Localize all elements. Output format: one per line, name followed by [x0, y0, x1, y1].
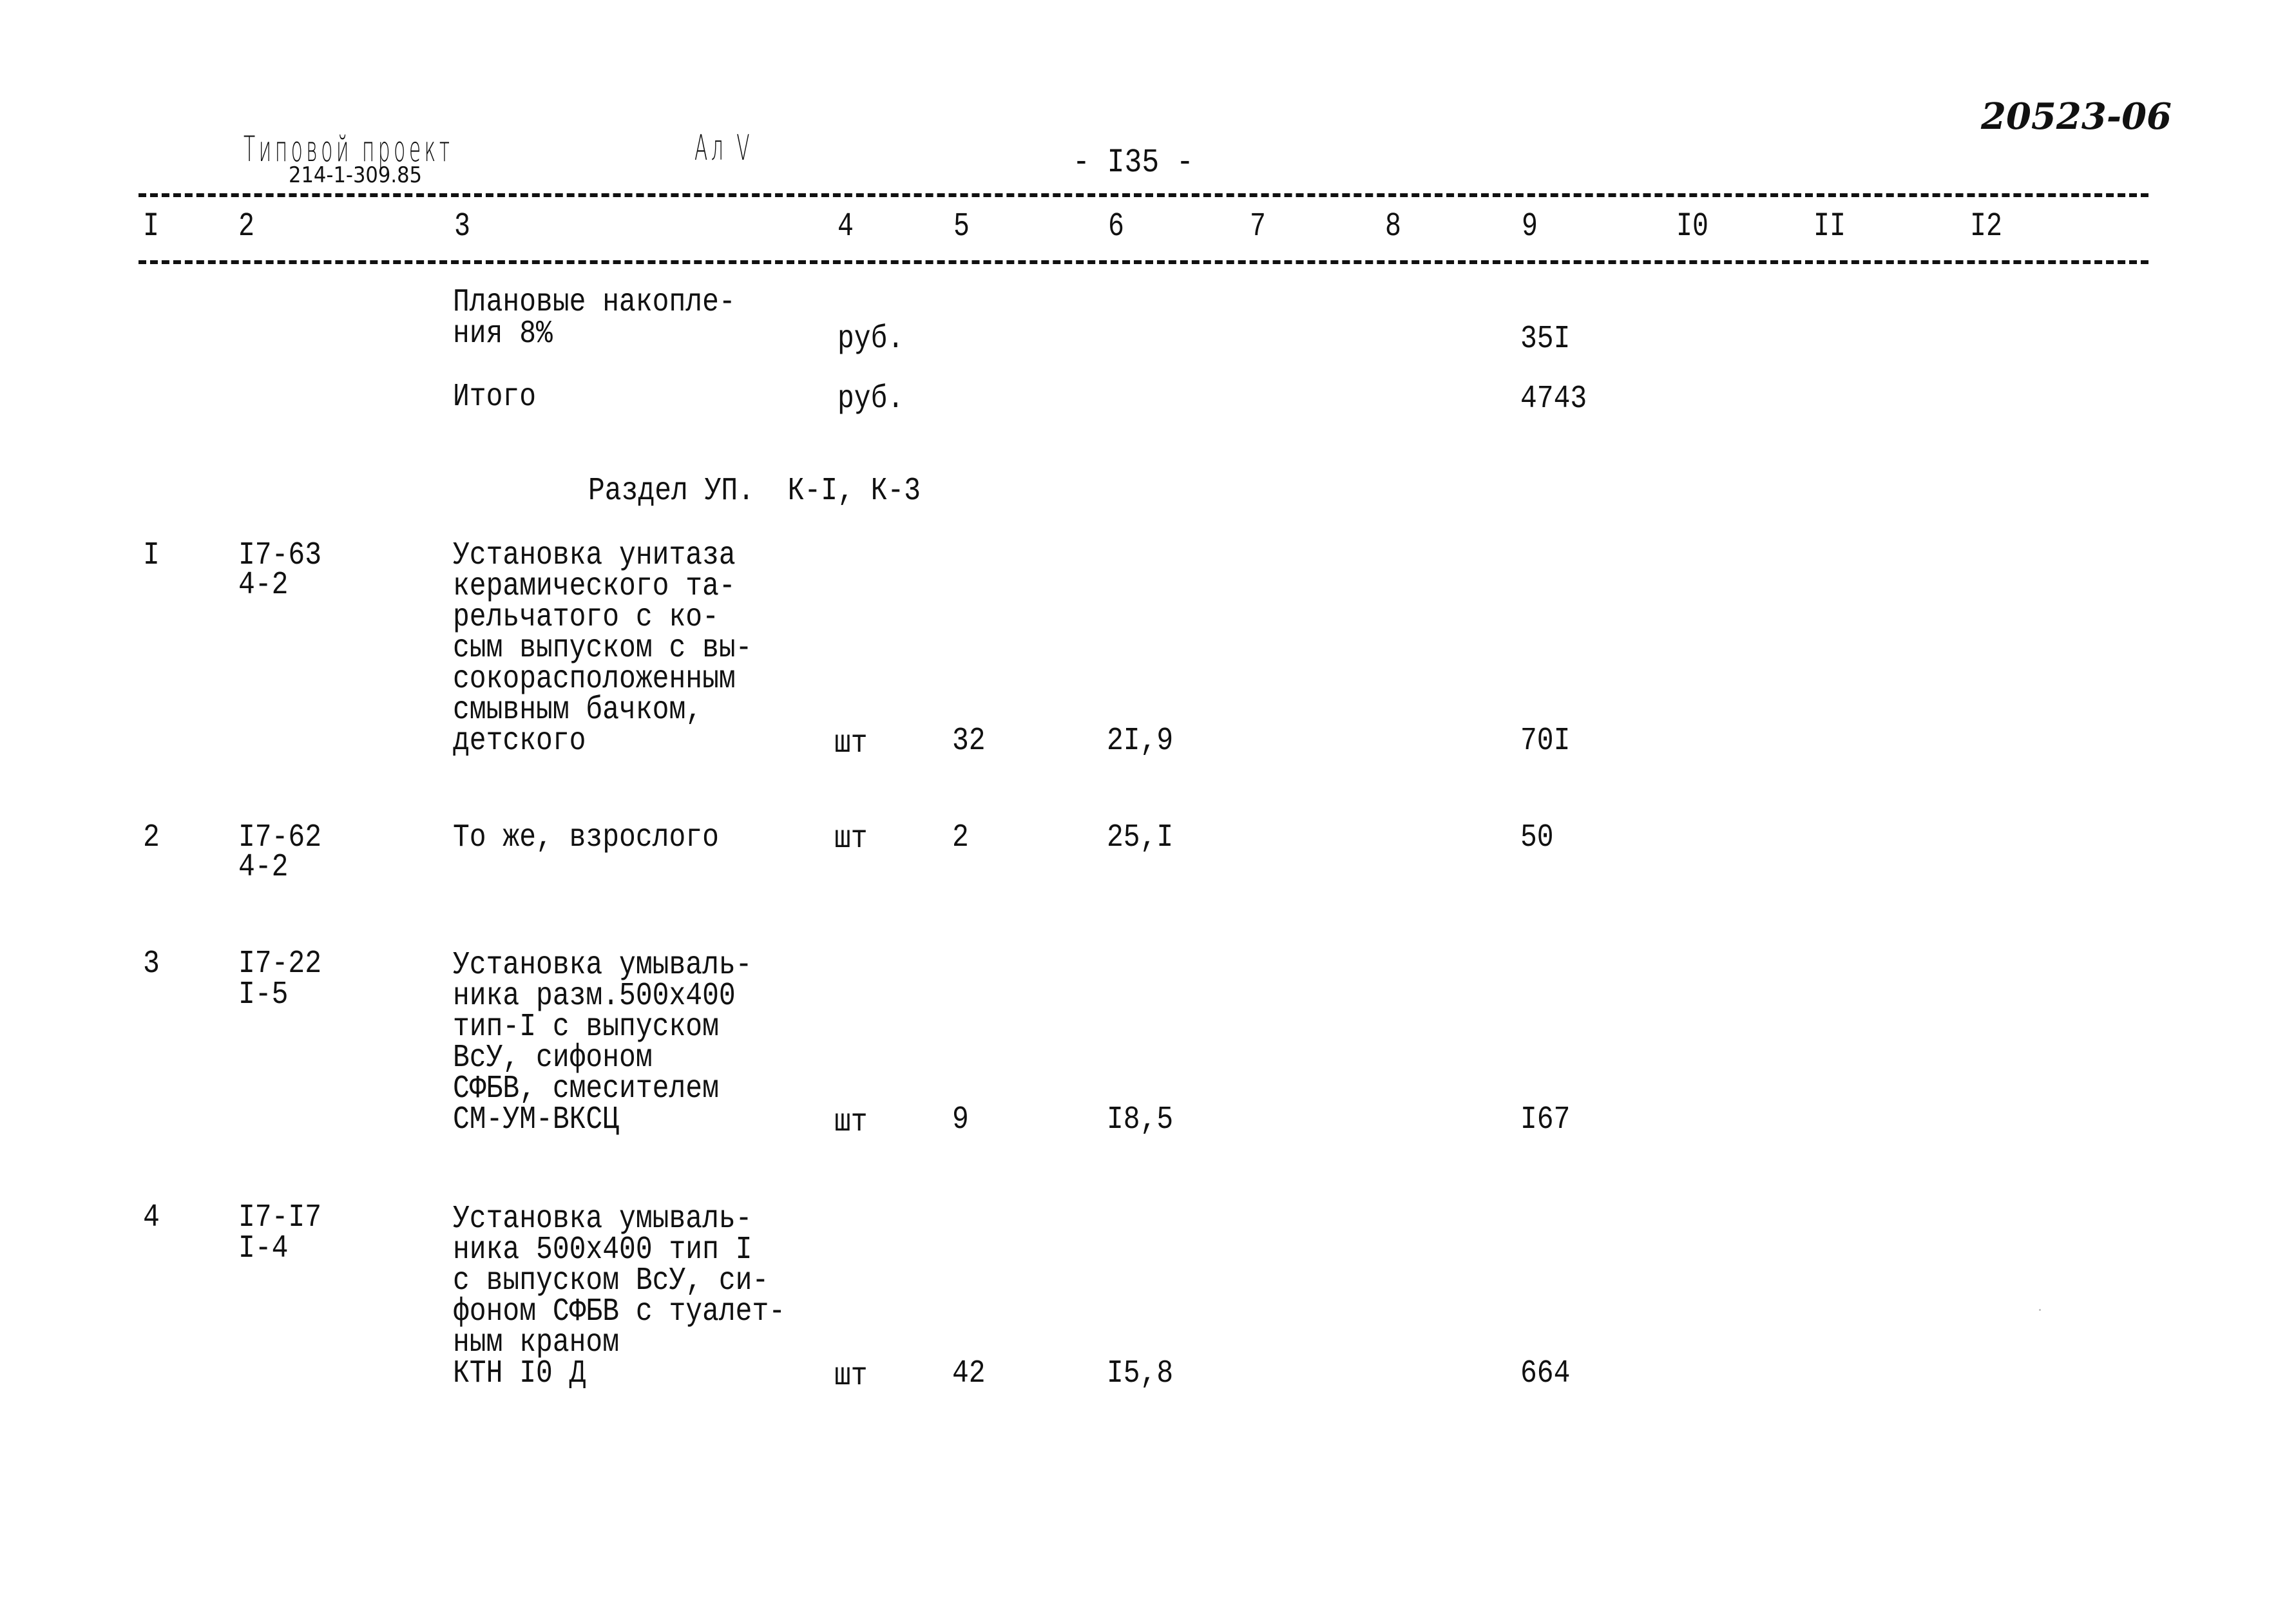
row-name-line: ника разм.500х400 [453, 978, 736, 1015]
column-header-7: 7 [1250, 207, 1266, 245]
row-name-line: ника 500х400 тип I [453, 1232, 752, 1268]
row-name-line: КТН I0 Д [453, 1355, 586, 1392]
row-number: I [143, 537, 160, 574]
row-name-line: сокорасположенным [453, 661, 736, 698]
row-unit: шт [834, 1358, 868, 1395]
row-number: 4 [143, 1199, 160, 1236]
project-code: 214-1-309.85 [289, 162, 423, 188]
row-code-line: I-4 [238, 1230, 289, 1267]
row-name-line: Установка умываль- [453, 947, 752, 984]
row-code-line: I7-22 [238, 946, 322, 982]
column-header-5: 5 [953, 207, 970, 245]
column-header-11: II [1813, 207, 1846, 245]
row-unit-price: I8,5 [1107, 1102, 1174, 1138]
column-header-1: I [143, 207, 159, 245]
row-name-line: СФБВ, смесителем [453, 1071, 719, 1107]
row-name-line: Установка умываль- [453, 1201, 752, 1237]
row-quantity: 2 [952, 819, 969, 856]
row-unit: шт [834, 821, 868, 857]
row-name-line: ВсУ, сифоном [453, 1040, 653, 1076]
row-number: 3 [143, 946, 160, 982]
column-header-4: 4 [837, 207, 854, 245]
row-code-line: 4-2 [238, 849, 289, 886]
row-quantity: 32 [952, 723, 986, 759]
row-name-line: с выпуском ВсУ, си- [453, 1263, 769, 1299]
row-code-line: I-5 [238, 977, 289, 1013]
row-name-line: То же, взрослого [453, 819, 719, 856]
summary-unit: руб. [837, 381, 904, 417]
album-label: Ал V [694, 128, 754, 168]
row-code-line: I7-I7 [238, 1199, 322, 1236]
row-total: 664 [1520, 1355, 1571, 1392]
summary-unit: руб. [837, 321, 904, 358]
row-quantity: 9 [952, 1102, 969, 1138]
row-name-line: ным краном [453, 1324, 620, 1361]
column-header-9: 9 [1522, 207, 1538, 245]
column-header-3: 3 [454, 207, 470, 245]
row-total: 50 [1520, 819, 1554, 856]
scan-speck [2039, 1309, 2041, 1311]
column-header-2: 2 [238, 207, 254, 245]
row-name-line: СМ-УМ-ВКСЦ [453, 1102, 620, 1138]
row-unit: шт [834, 725, 868, 762]
summary-name-line: Итого [453, 379, 537, 415]
row-name-line: детского [453, 723, 586, 759]
row-unit: шт [834, 1104, 868, 1141]
row-total: I67 [1520, 1102, 1571, 1138]
row-name-line: тип-I с выпуском [453, 1009, 719, 1045]
column-header-10: I0 [1676, 207, 1708, 245]
row-name-line: Установка унитаза [453, 537, 736, 574]
row-code-line: 4-2 [238, 567, 289, 604]
row-quantity: 42 [952, 1355, 986, 1392]
summary-name-line: Плановые накопле- [453, 284, 736, 321]
row-name-line: смывным бачком, [453, 692, 703, 729]
column-header-8: 8 [1385, 207, 1401, 245]
row-name-line: рельчатого с ко- [453, 599, 719, 636]
column-header-12: I2 [1970, 207, 2002, 245]
header-bottom-rule [139, 260, 2148, 264]
row-unit-price: I5,8 [1107, 1355, 1174, 1392]
row-name-line: сым выпуском с вы- [453, 630, 752, 667]
column-header-6: 6 [1108, 207, 1124, 245]
row-number: 2 [143, 819, 160, 856]
page-number: - I35 - [1073, 144, 1194, 182]
row-unit-price: 2I,9 [1107, 723, 1174, 759]
summary-name-line: ния 8% [453, 316, 553, 352]
summary-total: 4743 [1520, 381, 1587, 417]
row-unit-price: 25,I [1107, 819, 1174, 856]
row-name-line: фоном СФБВ с туалет- [453, 1293, 786, 1330]
row-name-line: керамического та- [453, 568, 736, 605]
header-top-rule [139, 193, 2148, 197]
summary-total: 35I [1520, 321, 1571, 358]
row-total: 70I [1520, 723, 1571, 759]
archive-number: 20523-06 [1981, 95, 2172, 138]
section-title: Раздел УП. К-I, К-3 [588, 473, 921, 510]
